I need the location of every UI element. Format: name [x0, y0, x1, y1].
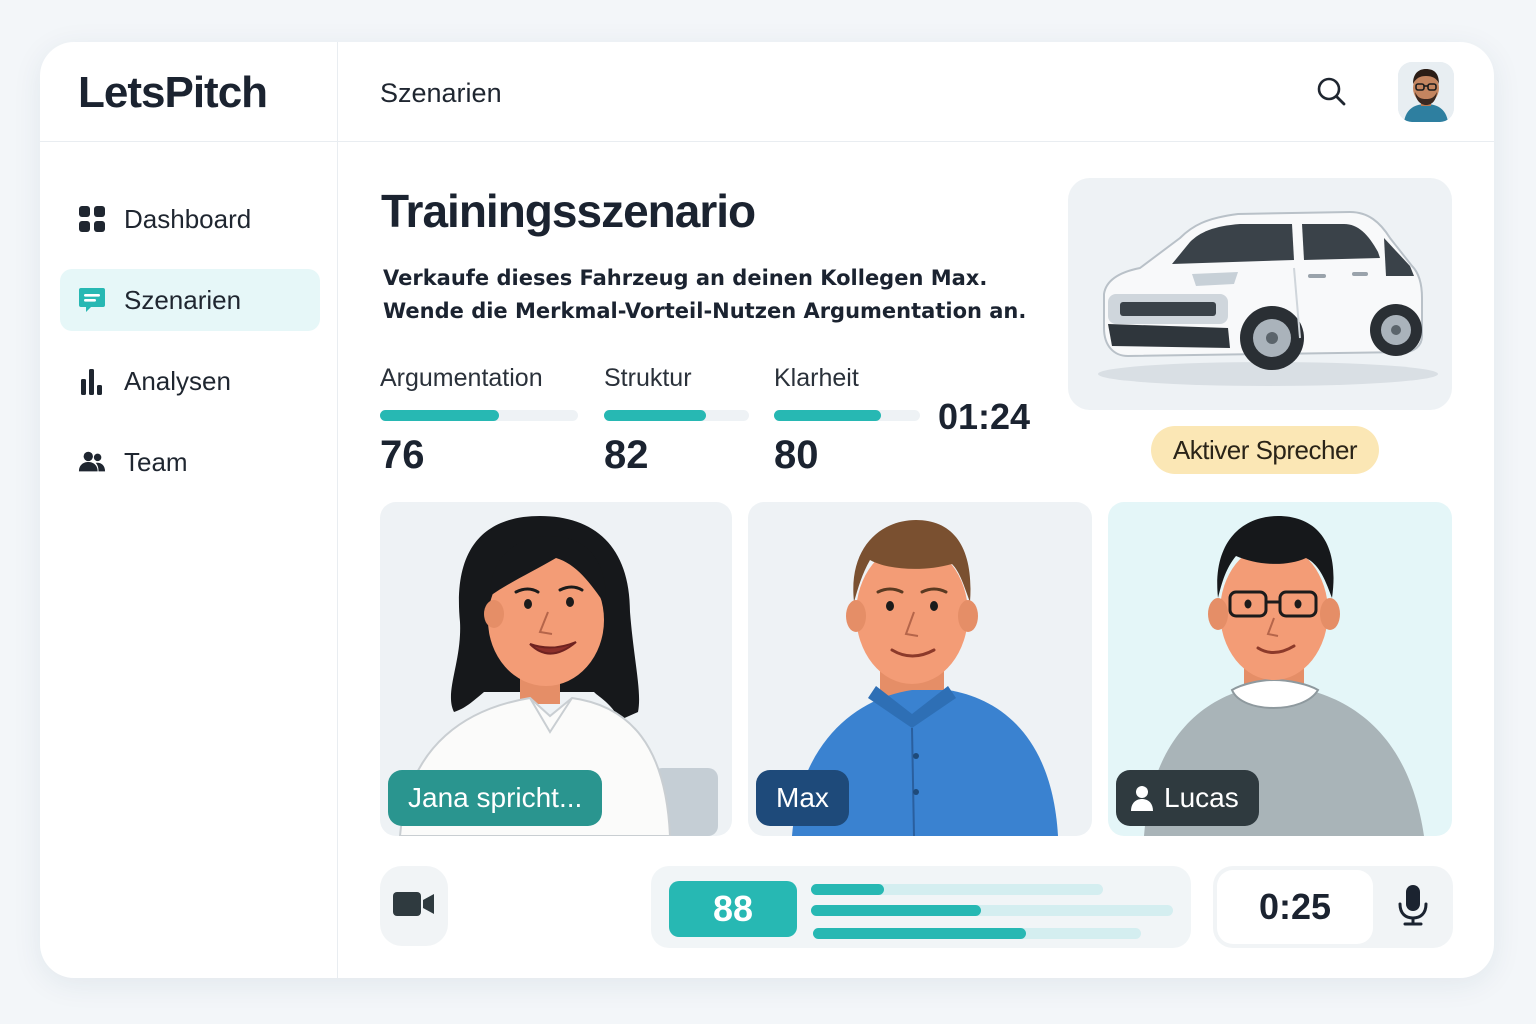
metric-progress-bar — [380, 410, 578, 421]
metric-value: 82 — [604, 433, 649, 477]
countdown-timer: 0:25 — [1217, 870, 1373, 944]
sidebar-item-analysen[interactable]: Analysen — [60, 350, 320, 412]
chat-icon — [78, 286, 106, 314]
score-bar-fill — [811, 884, 884, 895]
metric-label: Klarheit — [774, 364, 859, 392]
score-bar-fill — [811, 905, 982, 916]
metric-progress-bar — [774, 410, 920, 421]
metric-value: 76 — [380, 433, 425, 477]
score-bar-fill — [813, 928, 1027, 939]
session-timer: 01:24 — [938, 396, 1031, 437]
sidebar-nav: Dashboard Szenarien Analysen Team — [60, 188, 320, 512]
description-line: Wende die Merkmal-Vorteil-Nutzen Argumen… — [383, 299, 1027, 323]
countdown-panel: 0:25 — [1213, 866, 1453, 948]
participant-tile-max[interactable]: Max — [748, 502, 1092, 836]
person-icon — [1130, 785, 1154, 811]
users-icon — [78, 448, 106, 476]
participant-label: Lucas — [1116, 770, 1259, 826]
sidebar: LetsPitch Dashboard Szenarien Analysen T… — [40, 42, 338, 978]
microphone-button[interactable] — [1389, 882, 1437, 932]
metric-value: 80 — [774, 433, 819, 477]
page-heading: Szenarien — [380, 78, 502, 108]
participant-label: Jana spricht... — [388, 770, 603, 826]
grid-icon — [78, 205, 106, 233]
score-bar — [813, 928, 1141, 939]
description-line: Verkaufe dieses Fahrzeug an deinen Kolle… — [383, 266, 988, 290]
microphone-icon — [1397, 884, 1429, 931]
search-icon[interactable] — [1316, 76, 1348, 108]
metric-struktur: Struktur 82 — [604, 364, 749, 478]
video-camera-icon — [393, 890, 435, 923]
logo-area: LetsPitch — [40, 42, 338, 142]
vehicle-image — [1068, 178, 1452, 410]
video-camera-button[interactable] — [380, 866, 448, 946]
metric-argumentation: Argumentation 76 — [380, 364, 578, 478]
sidebar-item-label: Szenarien — [124, 284, 242, 315]
active-speaker-badge: Aktiver Sprecher — [1151, 426, 1379, 474]
participant-tile-lucas[interactable]: Lucas — [1108, 502, 1452, 836]
metric-progress-fill — [774, 410, 881, 421]
participant-label: Max — [756, 770, 849, 826]
metric-progress-bar — [604, 410, 749, 421]
app-window: LetsPitch Dashboard Szenarien Analysen T… — [40, 42, 1494, 978]
score-bar — [811, 905, 1173, 916]
metric-progress-fill — [380, 410, 499, 421]
metric-label: Struktur — [604, 364, 692, 392]
sidebar-item-label: Analysen — [124, 365, 231, 396]
sidebar-item-szenarien[interactable]: Szenarien — [60, 269, 320, 331]
sidebar-item-label: Dashboard — [124, 203, 252, 234]
metric-label: Argumentation — [380, 364, 543, 392]
app-logo[interactable]: LetsPitch — [78, 68, 268, 118]
participant-name: Lucas — [1164, 782, 1239, 813]
sidebar-item-team[interactable]: Team — [60, 431, 320, 493]
sidebar-item-dashboard[interactable]: Dashboard — [60, 188, 320, 250]
top-header: Szenarien — [338, 42, 1494, 142]
live-score-panel: 88 — [651, 866, 1191, 948]
sidebar-item-label: Team — [124, 446, 188, 477]
metric-klarheit: Klarheit 80 — [774, 364, 920, 478]
score-badge: 88 — [669, 881, 797, 937]
score-bar — [811, 884, 1103, 895]
metric-progress-fill — [604, 410, 706, 421]
bar-chart-icon — [78, 367, 106, 395]
participant-tile-jana[interactable]: Jana spricht... — [380, 502, 732, 836]
scenario-description: Verkaufe dieses Fahrzeug an deinen Kolle… — [383, 262, 1063, 328]
scenario-title: Trainingsszenario — [381, 185, 756, 237]
avatar[interactable] — [1398, 62, 1454, 122]
